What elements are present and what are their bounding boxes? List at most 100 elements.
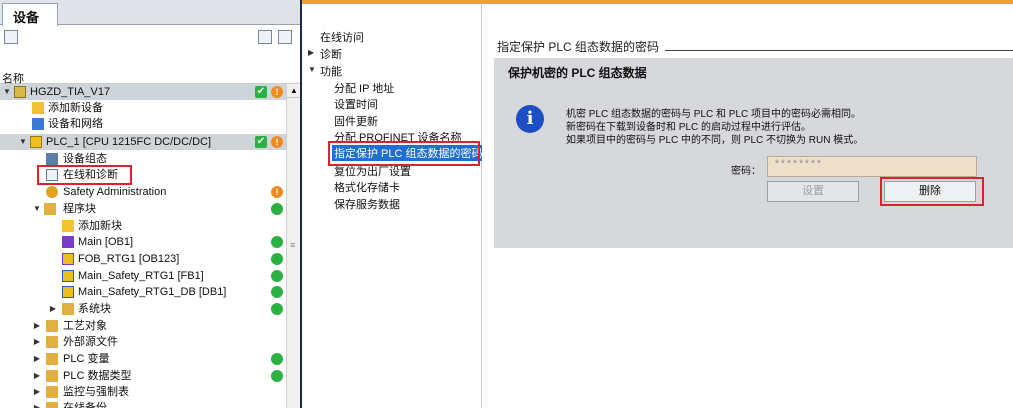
- overview-icon[interactable]: [4, 30, 18, 44]
- warning-icon: !: [271, 186, 283, 198]
- nav-save-service-data[interactable]: 保存服务数据: [334, 196, 400, 212]
- collapse-arrow-icon[interactable]: ▶: [32, 368, 42, 384]
- scroll-up-icon[interactable]: ▲: [287, 84, 301, 98]
- tree-item-label: HGZD_TIA_V17: [30, 86, 111, 98]
- tree-item-add-block[interactable]: 添加新块: [0, 218, 286, 234]
- device-config-icon: [46, 153, 58, 165]
- status-ok-icon: [271, 236, 283, 248]
- expand-arrow-icon[interactable]: ▼: [32, 201, 42, 217]
- network-icon: [32, 118, 44, 130]
- tree-item-main-safety-fb1[interactable]: Main_Safety_RTG1 [FB1]: [0, 268, 286, 284]
- tree-item-project[interactable]: ▼ HGZD_TIA_V17 ✔ !: [0, 84, 286, 100]
- plc-icon: [30, 136, 42, 148]
- tree-item-label: 在线备份: [63, 402, 107, 408]
- panel-title: 保护机密的 PLC 组态数据: [508, 66, 647, 80]
- folder-icon: [44, 203, 56, 215]
- warning-icon: !: [271, 136, 283, 148]
- tree-item-label: 系统块: [78, 303, 111, 315]
- tree-item-label: 添加新设备: [48, 102, 103, 114]
- tree-item-label: 外部源文件: [63, 336, 118, 348]
- tree-item-label: 添加新块: [78, 220, 122, 232]
- collapse-arrow-icon[interactable]: ▶: [32, 351, 42, 367]
- tree-item-program-blocks[interactable]: ▼ 程序块: [0, 201, 286, 217]
- password-label: 密码：: [731, 166, 761, 177]
- tree-item-watch-force-tables[interactable]: ▶ 监控与强制表: [0, 384, 286, 400]
- status-ok-icon: [271, 203, 283, 215]
- ob-block-icon: [62, 236, 74, 248]
- tree-item-plc[interactable]: ▼ PLC_1 [CPU 1215FC DC/DC/DC] ✔ !: [0, 134, 286, 150]
- info-icon: i: [516, 105, 544, 133]
- add-device-icon: [32, 102, 44, 114]
- info-line: 新密码在下载到设备时和 PLC 的启动过程中进行评估。: [566, 122, 812, 133]
- tree-item-safety-admin[interactable]: Safety Administration !: [0, 184, 286, 200]
- info-line: 机密 PLC 组态数据的密码与 PLC 和 PLC 项目中的密码必需相同。: [566, 109, 862, 120]
- expand-arrow-icon[interactable]: ▼: [18, 134, 28, 150]
- tree-item-label: 工艺对象: [63, 320, 107, 332]
- tree-item-system-blocks[interactable]: ▶ 系统块: [0, 301, 286, 317]
- safety-fb-icon: [62, 270, 74, 282]
- nav-firmware-update[interactable]: 固件更新: [334, 113, 378, 129]
- tree-item-plc-tags[interactable]: ▶ PLC 变量: [0, 351, 286, 367]
- tree-item-label: 程序块: [63, 203, 96, 215]
- expand-arrow-icon[interactable]: ▼: [308, 65, 316, 74]
- tree-item-add-device[interactable]: 添加新设备: [0, 100, 286, 116]
- tree-item-label: Main [OB1]: [78, 236, 134, 248]
- collapse-arrow-icon[interactable]: ▶: [32, 384, 42, 400]
- nav-online-access[interactable]: 在线访问: [320, 29, 364, 45]
- collapse-arrow-icon[interactable]: ▶: [308, 48, 314, 57]
- consistent-check-icon: ✔: [255, 86, 267, 98]
- list-view-icon[interactable]: [258, 30, 272, 44]
- tree-item-external-sources[interactable]: ▶ 外部源文件: [0, 334, 286, 350]
- scroll-grip-icon[interactable]: ≡: [290, 240, 298, 250]
- status-ok-icon: [271, 370, 283, 382]
- expand-arrow-icon[interactable]: ▼: [2, 84, 12, 100]
- project-tree-pane: 设备 名称 ▼ HGZD_TIA_V17 ✔ ! 添加新设备 设备和网络 ▼ P…: [0, 0, 301, 408]
- nav-format-card[interactable]: 格式化存储卡: [334, 179, 400, 195]
- tree-item-plc-data-types[interactable]: ▶ PLC 数据类型: [0, 368, 286, 384]
- collapse-arrow-icon[interactable]: ▶: [32, 400, 42, 408]
- section-title: 指定保护 PLC 组态数据的密码: [497, 40, 660, 54]
- safety-db-icon: [62, 286, 74, 298]
- tree-item-label: 设备和网络: [48, 118, 103, 130]
- tree-item-devices-networks[interactable]: 设备和网络: [0, 116, 286, 132]
- collapse-arrow-icon[interactable]: ▶: [32, 334, 42, 350]
- collapse-arrow-icon[interactable]: ▶: [32, 318, 42, 334]
- safety-icon: [46, 186, 58, 198]
- tree-scrollbar[interactable]: ▲ ≡: [286, 84, 301, 408]
- info-message: 机密 PLC 组态数据的密码与 PLC 和 PLC 项目中的密码必需相同。 新密…: [566, 108, 863, 147]
- status-ok-icon: [271, 253, 283, 265]
- folder-icon: [46, 370, 58, 382]
- folder-icon: [46, 353, 58, 365]
- add-view-icon[interactable]: [278, 30, 292, 44]
- tree-item-technology-objects[interactable]: ▶ 工艺对象: [0, 318, 286, 334]
- collapse-arrow-icon[interactable]: ▶: [48, 301, 58, 317]
- nav-diagnostics[interactable]: 诊断: [320, 46, 342, 62]
- status-ok-icon: [271, 270, 283, 282]
- nav-functions[interactable]: 功能: [320, 63, 342, 79]
- tree-item-main-safety-db1[interactable]: Main_Safety_RTG1_DB [DB1]: [0, 284, 286, 300]
- tree-item-label: 监控与强制表: [63, 386, 129, 398]
- set-button[interactable]: 设置: [767, 181, 859, 202]
- status-ok-icon: [271, 303, 283, 315]
- folder-icon: [46, 386, 58, 398]
- add-block-icon: [62, 220, 74, 232]
- nav-set-time[interactable]: 设置时间: [334, 96, 378, 112]
- status-ok-icon: [271, 286, 283, 298]
- folder-icon: [46, 320, 58, 332]
- tree-item-online-backup[interactable]: ▶ 在线备份: [0, 400, 286, 408]
- protect-config-panel: 保护机密的 PLC 组态数据 i 机密 PLC 组态数据的密码与 PLC 和 P…: [494, 58, 1013, 248]
- folder-icon: [62, 303, 74, 315]
- tree-item-label: Main_Safety_RTG1_DB [DB1]: [78, 286, 227, 298]
- column-header-name: 名称: [0, 70, 300, 85]
- tree-item-label: PLC 数据类型: [63, 370, 132, 382]
- password-field[interactable]: ********: [767, 156, 977, 177]
- highlight-online-diagnostics: [37, 165, 132, 185]
- nav-assign-ip[interactable]: 分配 IP 地址: [334, 80, 394, 96]
- function-nav: 在线访问 ▶ 诊断 ▼ 功能 分配 IP 地址 设置时间 固件更新 分配 PRO…: [302, 4, 485, 408]
- tree-item-main-ob1[interactable]: Main [OB1]: [0, 234, 286, 250]
- tab-devices[interactable]: 设备: [2, 3, 58, 26]
- tree-item-fob-rtg1[interactable]: FOB_RTG1 [OB123]: [0, 251, 286, 267]
- folder-icon: [46, 402, 58, 408]
- info-line: 如果项目中的密码与 PLC 中的不同，则 PLC 不切换为 RUN 模式。: [566, 135, 864, 146]
- tree-toolbar: [0, 26, 300, 48]
